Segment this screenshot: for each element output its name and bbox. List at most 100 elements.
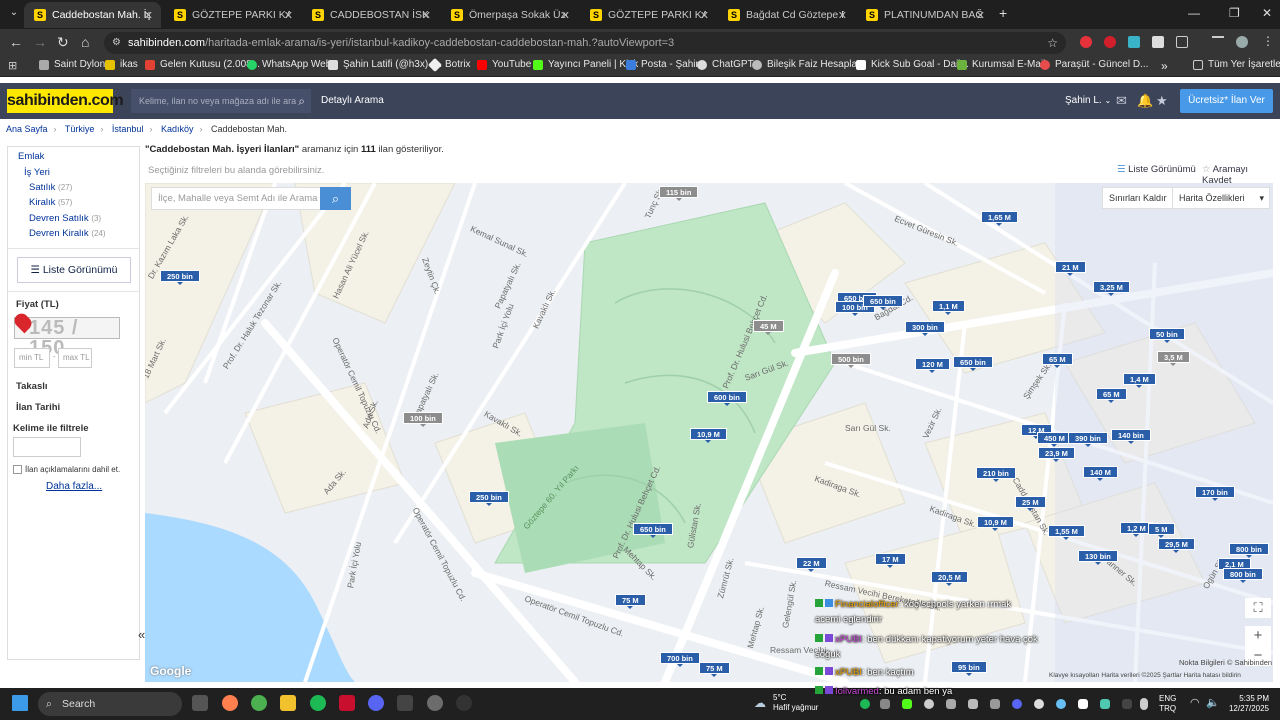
close-icon[interactable]: ✕ <box>976 9 985 22</box>
bookmark-item[interactable]: Şahin Latifi (@h3x) /... <box>328 59 442 70</box>
map-features-dropdown[interactable]: Harita Özellikleri ▾ <box>1172 187 1270 209</box>
app-icon[interactable] <box>339 695 355 711</box>
price-marker[interactable]: 1,1 M <box>932 300 965 315</box>
price-marker[interactable]: 390 bin <box>1068 432 1108 447</box>
price-marker[interactable]: 75 M <box>699 662 730 677</box>
mail-icon[interactable]: ✉ <box>1116 93 1127 109</box>
taskbar-search[interactable]: ⌕ Search <box>38 692 182 716</box>
price-marker[interactable]: 115 bin <box>659 186 699 201</box>
map-attribution[interactable]: Klavye kısayolları Harita verileri ©2025… <box>1049 672 1241 679</box>
close-window-icon[interactable]: ✕ <box>1262 6 1272 20</box>
tray-icon[interactable] <box>990 699 1000 709</box>
breadcrumb-link[interactable]: Türkiye <box>65 124 95 134</box>
sidebar-item-satilik[interactable]: Satılık (27) <box>29 182 72 193</box>
browser-tab[interactable]: SGÖZTEPE PARKI KARŞISINI✕ <box>164 2 301 28</box>
user-menu[interactable]: Şahin L. ⌄ <box>1065 95 1111 106</box>
price-marker[interactable]: 21 M <box>1055 261 1086 276</box>
browser-tab[interactable]: SGÖZTEPE PARKI KARŞISINI✕ <box>580 2 717 28</box>
bell-icon[interactable]: 🔔 <box>1137 93 1153 109</box>
price-marker[interactable]: 25 M <box>1015 496 1046 511</box>
tray-icon[interactable] <box>902 699 912 709</box>
list-view-button[interactable]: ☰ Liste Görünümü <box>17 257 131 283</box>
detailed-search-link[interactable]: Detaylı Arama <box>321 95 384 106</box>
app-icon[interactable] <box>397 695 413 711</box>
price-marker[interactable]: 650 bin <box>953 356 993 371</box>
price-marker[interactable]: 50 bin <box>1149 328 1185 343</box>
bookmark-item[interactable]: Yayıncı Paneli | Kick <box>533 59 638 70</box>
extension-icon[interactable] <box>1080 36 1092 48</box>
browser-tab[interactable]: SCaddebostan Mah. İşyeri İl✕ <box>24 2 161 28</box>
price-marker[interactable]: 1,55 M <box>1048 525 1085 540</box>
price-marker[interactable]: 300 bin <box>905 321 945 336</box>
minimize-icon[interactable]: — <box>1188 6 1200 20</box>
tray-icon[interactable] <box>1078 699 1088 709</box>
extensions-puzzle-icon[interactable] <box>1176 36 1188 48</box>
steam-icon[interactable] <box>1056 699 1066 709</box>
sidebar-item-kiralik[interactable]: Kiralık (57) <box>29 197 72 208</box>
browser-tab[interactable]: SBağdat Cd Göztepe Parkı✕ <box>718 2 855 28</box>
language-indicator[interactable]: ENG TRQ <box>1159 694 1176 714</box>
tray-icon[interactable] <box>946 699 956 709</box>
breadcrumb-link[interactable]: Kadıköy <box>161 124 194 134</box>
price-marker[interactable]: 120 M <box>915 358 950 373</box>
price-marker[interactable]: 45 M <box>753 320 784 335</box>
back-icon[interactable]: ← <box>9 34 23 50</box>
price-marker[interactable]: 210 bin <box>976 467 1016 482</box>
site-logo[interactable]: sahibinden.com <box>7 89 124 113</box>
close-icon[interactable]: ✕ <box>561 9 570 22</box>
price-marker[interactable]: 75 M <box>615 594 646 609</box>
more-filters-link[interactable]: Daha fazla... <box>46 481 102 492</box>
close-icon[interactable]: ✕ <box>838 9 847 22</box>
bookmark-item[interactable]: Saint Dylon <box>39 59 105 70</box>
price-marker[interactable]: 3,25 M <box>1093 281 1130 296</box>
new-tab-icon[interactable]: + <box>999 5 1007 21</box>
tray-icon[interactable] <box>860 699 870 709</box>
sidebar-item-devren-kiralik[interactable]: Devren Kiralık (24) <box>29 228 106 239</box>
sidebar-item-devren-satilik[interactable]: Devren Satılık (3) <box>29 213 101 224</box>
bookmark-item[interactable]: Gelen Kutusu (2.008... <box>145 59 260 70</box>
avatar[interactable] <box>1236 36 1248 48</box>
all-bookmarks[interactable]: Tüm Yer İşaretleri <box>1193 59 1280 70</box>
copilot-icon[interactable] <box>222 695 238 711</box>
bookmark-item[interactable]: Bileşik Faiz Hesapla... <box>752 59 865 70</box>
price-marker[interactable]: 1,65 M <box>981 211 1018 226</box>
price-marker[interactable]: 170 bin <box>1195 486 1235 501</box>
site-info-icon[interactable]: ⚙ <box>112 32 121 54</box>
list-view-link[interactable]: ☰ Liste Görünümü <box>1117 164 1196 175</box>
price-marker[interactable]: 250 bin <box>160 270 200 285</box>
bookmark-item[interactable]: YouTube <box>477 59 531 70</box>
windows-start-icon[interactable] <box>12 695 28 711</box>
zoom-in-button[interactable]: + <box>1245 626 1271 646</box>
max-price-input[interactable]: max TL <box>58 348 92 368</box>
bookmark-item[interactable]: ChatGPT <box>697 59 754 70</box>
browser-tab[interactable]: SPLATINUMDAN BAĞDAT C✕ <box>856 2 993 28</box>
price-marker[interactable]: 500 bin <box>831 353 871 368</box>
bookmark-star-icon[interactable]: ☆ <box>1047 32 1058 54</box>
price-marker[interactable]: 250 bin <box>469 491 509 506</box>
price-marker[interactable]: 450 M <box>1037 432 1072 447</box>
discord-icon[interactable] <box>368 695 384 711</box>
microphone-icon[interactable] <box>1140 698 1148 710</box>
menu-list-icon[interactable] <box>1212 36 1224 48</box>
price-marker[interactable]: 650 bin <box>863 295 903 310</box>
bookmark-item[interactable]: Kurumsal E-Mail <box>957 59 1045 70</box>
price-marker[interactable]: 23,9 M <box>1038 447 1075 462</box>
price-marker[interactable]: 10,9 M <box>977 516 1014 531</box>
breadcrumb-link[interactable]: İstanbul <box>112 124 144 134</box>
search-icon[interactable]: ⌕ <box>298 89 305 113</box>
site-search-input[interactable]: Kelime, ilan no veya mağaza adı ile ara … <box>131 89 311 113</box>
tray-icon[interactable] <box>1100 699 1110 709</box>
include-desc-checkbox[interactable] <box>13 465 22 474</box>
remove-bounds-button[interactable]: Sınırları Kaldır <box>1102 187 1174 209</box>
swap-filter[interactable]: Takaslı <box>16 381 48 392</box>
forward-icon[interactable]: → <box>33 34 47 50</box>
keyword-input[interactable] <box>13 437 81 457</box>
bookmark-item[interactable]: Paraşüt - Güncel D... <box>1040 59 1148 70</box>
browser-tab[interactable]: SCADDEBOSTAN İSKELE SOK✕ <box>302 2 439 28</box>
volume-icon[interactable]: 🔈 <box>1206 696 1220 709</box>
bookmark-item[interactable]: Botrix <box>427 57 471 72</box>
price-marker[interactable]: 1,4 M <box>1123 373 1156 388</box>
tray-icon[interactable] <box>1012 699 1022 709</box>
bookmark-item[interactable]: Kick Sub Goal - Dail... <box>856 59 969 70</box>
home-icon[interactable]: ⌂ <box>81 34 89 50</box>
